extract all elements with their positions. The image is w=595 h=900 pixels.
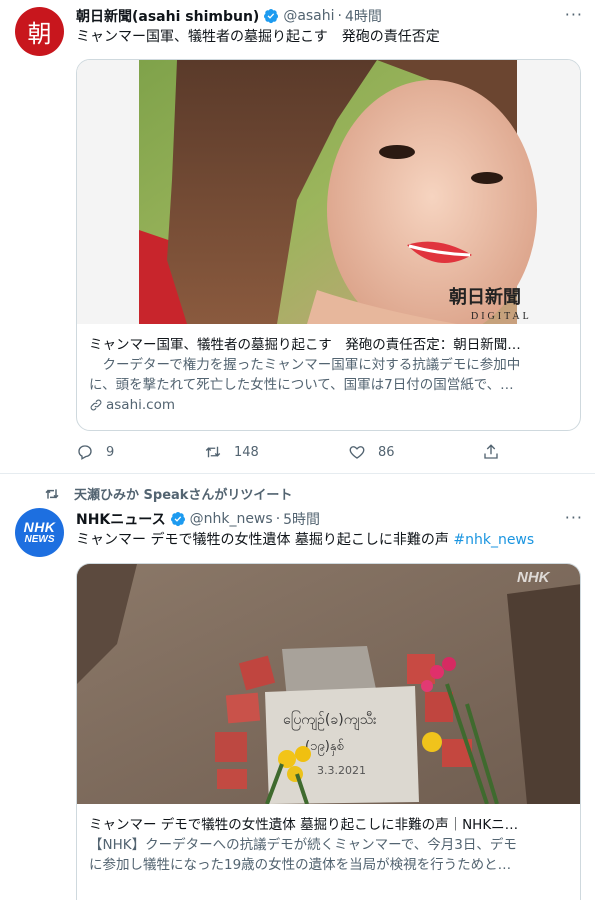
avatar[interactable]: 朝 xyxy=(15,7,64,56)
verified-badge-icon xyxy=(170,512,185,527)
separator: · xyxy=(275,511,281,527)
tweet[interactable]: 朝 朝日新聞(asahi shimbun) @asahi · 4時間 ··· ミ… xyxy=(0,0,595,474)
hashtag-link[interactable]: #nhk_news xyxy=(453,532,534,548)
tweet-text: ミャンマー デモで犠牲の女性遺体 墓掘り起こしに非難の声 #nhk_news xyxy=(76,530,583,550)
author-name[interactable]: NHKニュース xyxy=(76,509,166,529)
link-icon xyxy=(90,399,102,411)
watermark-text: 朝日新聞 xyxy=(449,286,521,308)
link-card[interactable]: ပြေကျဉ်(ခ)ကျသီး (၁၉)နှစ် 3.3.2021 NHK ミャ… xyxy=(76,563,581,900)
retweet-count: 148 xyxy=(234,444,259,460)
reply-count: 9 xyxy=(106,444,115,460)
tweet-text: ミャンマー国軍、犠牲者の墓掘り起こす 発砲の責任否定 xyxy=(76,29,440,45)
tweet-header: 朝日新聞(asahi shimbun) @asahi · 4時間 ··· xyxy=(76,5,583,26)
reply-button[interactable]: 9 xyxy=(76,443,114,461)
tweet-header: NHKニュース @nhk_news · 5時間 ··· xyxy=(76,508,583,529)
more-options-icon[interactable]: ··· xyxy=(565,5,583,24)
tweet-actions: 9 148 86 xyxy=(76,440,506,464)
card-meta: ミャンマー デモで犠牲の女性遺体 墓掘り起こしに非難の声｜NHKニ… 【NHK】… xyxy=(77,804,580,875)
card-description-line2: に参加し犠牲になった19歳の女性の遺体を当局が検視を行うためと… xyxy=(89,857,512,873)
card-description-line2: に、頭を撃たれて死亡した女性について、国軍は7日付の国営紙で、… xyxy=(89,377,514,393)
timestamp[interactable]: 5時間 xyxy=(283,509,320,529)
grave-photo: ပြေကျဉ်(ခ)ကျသီး (၁၉)နှစ် 3.3.2021 NHK xyxy=(77,564,580,804)
card-meta: ミャンマー国軍、犠牲者の墓掘り起こす 発砲の責任否定：朝日新聞… クーデターで権… xyxy=(77,324,580,415)
card-description-line1: 【NHK】クーデターへの抗議デモが続くミャンマーで、今月3日、デモ xyxy=(89,837,517,853)
card-title: ミャンマー デモで犠牲の女性遺体 墓掘り起こしに非難の声｜NHKニ… xyxy=(89,817,519,833)
card-description-line1: クーデターで権力を握ったミャンマー国軍に対する抗議デモに参加中 xyxy=(89,357,521,373)
card-image: 朝日新聞 DIGITAL xyxy=(77,60,580,324)
reply-icon xyxy=(78,445,92,460)
verified-badge-icon xyxy=(264,9,279,24)
headstone-date: 3.3.2021 xyxy=(317,764,366,777)
avatar-logo-line1: NHK xyxy=(23,518,56,535)
separator: · xyxy=(337,8,342,24)
card-image: ပြေကျဉ်(ခ)ကျသီး (၁၉)နှစ် 3.3.2021 NHK xyxy=(77,564,580,804)
link-card[interactable]: 朝日新聞 DIGITAL ミャンマー国軍、犠牲者の墓掘り起こす 発砲の責任否定：… xyxy=(76,59,581,431)
like-button[interactable]: 86 xyxy=(348,443,395,461)
retweet-icon xyxy=(45,488,59,499)
card-domain-text: asahi.com xyxy=(106,397,176,413)
card-domain: asahi.com xyxy=(89,395,568,415)
author-handle[interactable]: @nhk_news xyxy=(190,511,273,527)
card-title: ミャンマー国軍、犠牲者の墓掘り起こす 発砲の責任否定：朝日新聞… xyxy=(89,337,521,353)
share-icon xyxy=(484,444,498,459)
avatar[interactable]: NHK NEWS xyxy=(15,508,64,557)
retweet-button[interactable]: 148 xyxy=(204,443,259,461)
timestamp[interactable]: 4時間 xyxy=(345,6,382,26)
tweet-text-body: ミャンマー デモで犠牲の女性遺体 墓掘り起こしに非難の声 xyxy=(76,532,449,548)
watermark-text: NHK xyxy=(517,569,551,586)
like-count: 86 xyxy=(378,444,395,460)
retweeted-by[interactable]: 天瀬ひみか Speakさんがリツイート xyxy=(44,484,292,503)
tweet[interactable]: 天瀬ひみか Speakさんがリツイート NHK NEWS NHKニュース @nh… xyxy=(0,474,595,900)
headstone-text-line1: ပြေကျဉ်(ခ)ကျသီး xyxy=(283,711,377,730)
avatar-logo-line2: NEWS xyxy=(24,533,55,545)
watermark-subtext: DIGITAL xyxy=(471,311,532,322)
avatar-glyph: 朝 xyxy=(27,20,52,48)
more-options-icon[interactable]: ··· xyxy=(565,508,583,527)
retweeted-by-text: 天瀬ひみか Speakさんがリツイート xyxy=(74,488,293,503)
retweet-icon xyxy=(205,446,221,458)
heart-icon xyxy=(349,446,365,459)
author-name[interactable]: 朝日新聞(asahi shimbun) xyxy=(76,6,259,26)
timeline: 朝 朝日新聞(asahi shimbun) @asahi · 4時間 ··· ミ… xyxy=(0,0,595,900)
author-handle[interactable]: @asahi xyxy=(283,8,334,24)
share-button[interactable] xyxy=(482,443,500,461)
portrait-photo: 朝日新聞 DIGITAL xyxy=(77,60,580,324)
